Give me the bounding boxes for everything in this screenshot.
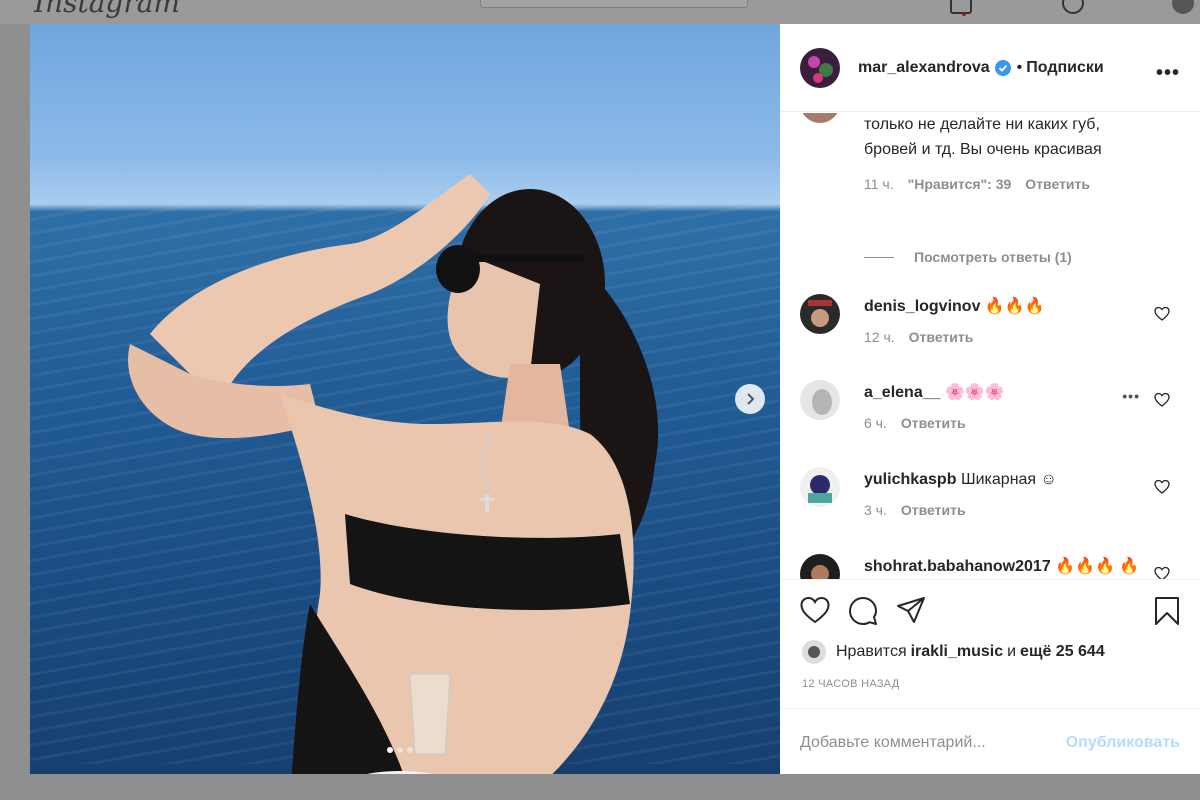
profile-avatar[interactable] — [1172, 0, 1194, 14]
photo-subject-illustration — [128, 174, 659, 774]
comment-meta: 12 ч. Ответить — [864, 329, 1134, 345]
share-paper-plane-icon[interactable] — [896, 596, 926, 624]
comment-text: denis_logvinov 🔥🔥🔥 — [864, 294, 1134, 319]
comment-content: Шикарная ☺ — [960, 471, 1057, 488]
comment-like-heart-icon[interactable] — [1154, 306, 1170, 322]
explore-icon[interactable] — [1062, 0, 1084, 14]
notification-dot — [962, 12, 966, 16]
comment-bubble-icon[interactable] — [848, 596, 878, 626]
likes-count[interactable]: ещё 25 644 — [1020, 643, 1105, 661]
author-username[interactable]: mar_alexandrova — [858, 59, 990, 77]
author-avatar[interactable] — [800, 47, 840, 88]
comment-meta: 6 ч. Ответить — [864, 415, 1134, 431]
reply-button[interactable]: Ответить — [1025, 176, 1090, 192]
carousel-dot — [387, 747, 393, 753]
liker-avatar[interactable] — [802, 640, 826, 664]
carousel-dot — [407, 747, 413, 753]
comment-body: yulichkaspb Шикарная ☺ 3 ч. Ответить — [864, 467, 1134, 518]
direct-icon[interactable] — [950, 0, 972, 14]
comment-time: 12 ч. — [864, 329, 895, 345]
comment-time: 6 ч. — [864, 415, 887, 431]
comment-like-heart-icon[interactable] — [1154, 479, 1170, 495]
comment-avatar[interactable] — [800, 294, 840, 334]
carousel-dot — [397, 747, 403, 753]
comment-meta: 11 ч. "Нравится": 39 Ответить — [864, 176, 1134, 192]
action-icons — [800, 596, 926, 626]
post-header: mar_alexandrova • Подписки ••• — [780, 24, 1200, 112]
post-timestamp[interactable]: 12 ЧАСОВ НАЗАД — [802, 678, 900, 690]
verified-badge-icon — [994, 59, 1011, 76]
following-button[interactable]: Подписки — [1026, 59, 1103, 77]
activity-icon[interactable] — [1120, 0, 1142, 14]
comment-username[interactable]: a_elena__ — [864, 384, 941, 401]
view-replies-button[interactable]: Посмотреть ответы (1) — [864, 249, 1072, 265]
comment-text: a_elena__ 🌸🌸🌸 — [864, 380, 1134, 405]
comment-text: shohrat.babahanow2017 🔥🔥🔥 🔥🔥🔥🔥🔥 — [864, 554, 1144, 579]
likes-prefix: Нравится — [836, 643, 907, 660]
comment-body: shohrat.babahanow2017 🔥🔥🔥 🔥🔥🔥🔥🔥 — [864, 554, 1144, 579]
reply-button[interactable]: Ответить — [901, 502, 966, 518]
comments-list[interactable]: Идеальная Марина, пожалуйста, только не … — [780, 113, 1200, 579]
comment-likes[interactable]: "Нравится": 39 — [908, 176, 1012, 192]
comment-avatar[interactable] — [800, 113, 840, 123]
comment-body: Идеальная Марина, пожалуйста, только не … — [864, 113, 1134, 192]
backdrop-overlay[interactable] — [0, 774, 1200, 800]
add-comment-bar: Опубликовать — [780, 708, 1200, 776]
view-replies-label: Посмотреть ответы (1) — [914, 249, 1072, 265]
comment-body: denis_logvinov 🔥🔥🔥 12 ч. Ответить — [864, 294, 1134, 345]
comment-avatar[interactable] — [800, 380, 840, 420]
comment-body: a_elena__ 🌸🌸🌸 6 ч. Ответить — [864, 380, 1134, 431]
likes-summary: Нравится irakli_music и ещё 25 644 — [802, 640, 1109, 664]
comment-content: 🌸🌸🌸 — [944, 384, 1005, 401]
carousel-indicator — [387, 747, 413, 753]
post-modal: mar_alexandrova • Подписки ••• Идеальная… — [30, 24, 1200, 774]
comment-username[interactable]: shohrat.babahanow2017 — [864, 558, 1051, 575]
publish-button[interactable]: Опубликовать — [1066, 734, 1180, 752]
save-bookmark-icon[interactable] — [1154, 596, 1180, 626]
search-input[interactable] — [480, 0, 748, 8]
likes-and: и — [1007, 643, 1017, 660]
post-photo[interactable] — [30, 24, 780, 774]
more-options-icon[interactable]: ••• — [1156, 62, 1180, 85]
instagram-logo: Instagram — [34, 0, 180, 19]
comment-like-heart-icon[interactable] — [1154, 566, 1170, 579]
separator-dot: • — [1016, 58, 1023, 76]
carousel-next-button[interactable] — [735, 384, 765, 414]
comment-avatar[interactable] — [800, 467, 840, 507]
comment-meta: 3 ч. Ответить — [864, 502, 1134, 518]
like-heart-icon[interactable] — [800, 596, 830, 624]
post-side-panel: mar_alexandrova • Подписки ••• Идеальная… — [780, 24, 1200, 774]
post-actions: Нравится irakli_music и ещё 25 644 12 ЧА… — [780, 579, 1200, 779]
comment-text: Идеальная Марина, пожалуйста, только не … — [864, 116, 1102, 158]
chevron-right-icon — [747, 393, 755, 405]
comment-username[interactable]: yulichkaspb — [864, 471, 956, 488]
reply-button[interactable]: Ответить — [909, 329, 974, 345]
comment-time: 11 ч. — [864, 176, 894, 192]
comment-like-heart-icon[interactable] — [1154, 392, 1170, 408]
comment-text: yulichkaspb Шикарная ☺ — [864, 467, 1134, 492]
liker-username[interactable]: irakli_music — [911, 643, 1004, 661]
comment-username[interactable]: denis_logvinov — [864, 298, 980, 315]
comment-time: 3 ч. — [864, 502, 887, 518]
app-topbar: Instagram — [0, 0, 1200, 24]
reply-button[interactable]: Ответить — [901, 415, 966, 431]
comment-more-icon[interactable]: ••• — [1122, 388, 1140, 404]
comment-input[interactable] — [800, 733, 1066, 752]
divider — [864, 256, 894, 258]
comment-content: 🔥🔥🔥 — [984, 298, 1045, 315]
comment-avatar[interactable] — [800, 554, 840, 579]
